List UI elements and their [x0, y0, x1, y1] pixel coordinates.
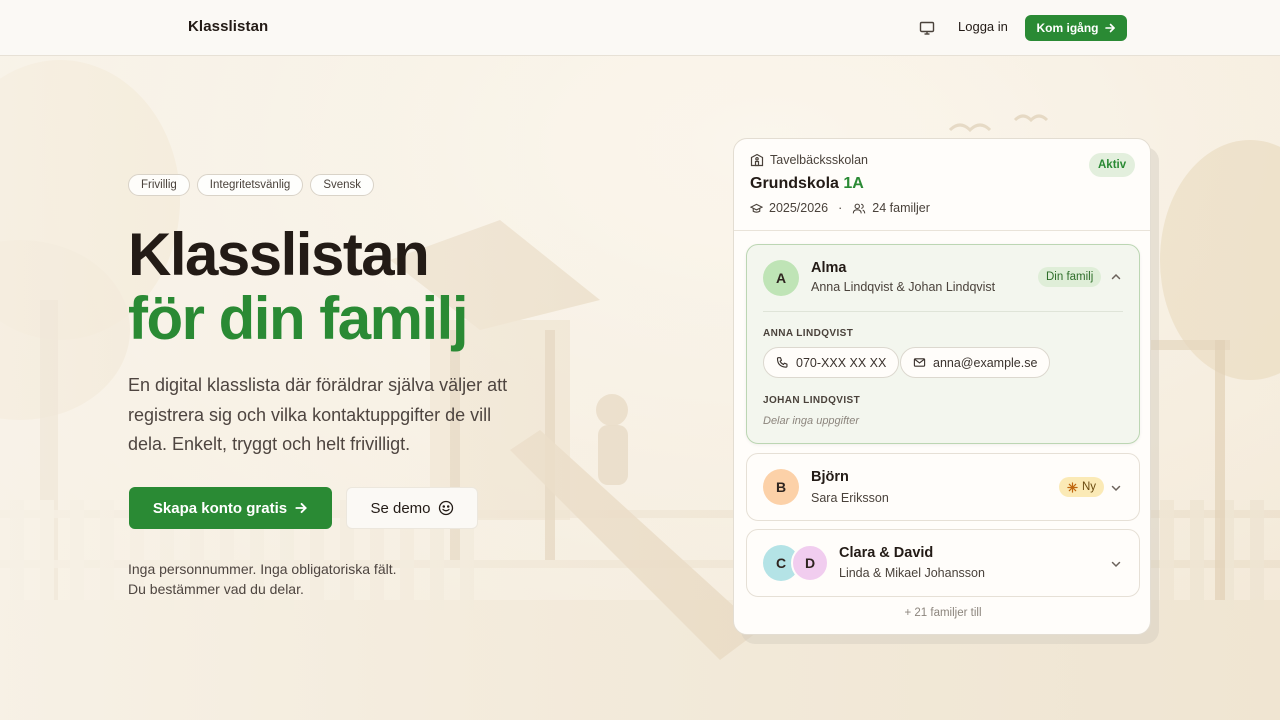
sparkle-icon	[1067, 481, 1078, 493]
new-badge-label: Ny	[1082, 481, 1097, 493]
phone-icon	[776, 357, 788, 368]
families-count: 24 familjer	[872, 201, 930, 215]
see-demo-button[interactable]: Se demo	[346, 487, 478, 529]
chevron-up-icon[interactable]	[1109, 270, 1123, 284]
class-list-card: Tavelbäcksskolan Grundskola 1A Aktiv 202…	[733, 138, 1151, 635]
meta-separator: ·	[838, 201, 843, 215]
school-year: 2025/2026	[769, 201, 829, 215]
arrow-right-icon	[1104, 23, 1115, 33]
own-family-badge: Din familj	[1038, 267, 1102, 287]
more-families-text: + 21 familjer till	[904, 607, 982, 619]
new-badge: Ny	[1059, 477, 1105, 497]
status-badge: Aktiv	[1089, 153, 1136, 177]
class-title: Grundskola 1A	[750, 175, 864, 193]
family-parents: Anna Lindqvist & Johan Lindqvist	[811, 280, 996, 294]
monitor-icon[interactable]	[917, 18, 937, 38]
fine-print: Inga personnummer. Inga obligatoriska fä…	[128, 559, 448, 599]
see-demo-label: Se demo	[370, 499, 431, 517]
family-name: Björn	[811, 469, 849, 485]
chevron-down-icon[interactable]	[1109, 557, 1123, 571]
chip-swedish: Svensk	[310, 174, 375, 196]
school-icon	[750, 153, 764, 167]
arrow-right-icon	[295, 502, 307, 514]
get-started-button[interactable]: Kom igång	[1025, 15, 1127, 41]
chip-privacy: Integritetsvänlig	[196, 174, 304, 196]
school-name: Tavelbäcksskolan	[770, 153, 868, 167]
phone-number: 070-XXX XX XX	[796, 355, 887, 370]
fine-print-line2: Du bestämmer vad du delar.	[128, 581, 304, 597]
avatar: B	[763, 469, 799, 505]
family-parents: Linda & Mikael Johansson	[839, 566, 985, 580]
family-item-alma[interactable]: A Alma Anna Lindqvist & Johan Lindqvist …	[746, 244, 1140, 444]
class-title-prefix: Grundskola	[750, 175, 839, 192]
card-header: Tavelbäcksskolan Grundskola 1A Aktiv 202…	[734, 139, 1150, 231]
mail-icon	[913, 358, 926, 367]
graduation-cap-icon	[750, 203, 763, 213]
hero-lead: En digital klasslista där föräldrar själ…	[128, 375, 508, 454]
hero-title-line1: Klasslistan	[128, 221, 430, 288]
chip-voluntary: Frivillig	[128, 174, 190, 196]
no-share-note: Delar inga uppgifter	[763, 415, 860, 427]
fine-print-line1: Inga personnummer. Inga obligatoriska fä…	[128, 561, 397, 577]
email-pill[interactable]: anna@example.se	[900, 347, 1051, 378]
phone-pill[interactable]: 070-XXX XX XX	[763, 347, 900, 378]
create-account-button[interactable]: Skapa konto gratis	[129, 487, 332, 529]
family-item-clara-david[interactable]: C D Clara & David Linda & Mikael Johanss…	[746, 529, 1140, 597]
contact-person-label: JOHAN LINDQVIST	[763, 395, 861, 406]
brand-logo-text[interactable]: Klasslistan	[188, 18, 268, 35]
family-item-bjorn[interactable]: B Björn Sara Eriksson Ny	[746, 453, 1140, 521]
family-name: Clara & David	[839, 545, 934, 561]
create-account-label: Skapa konto gratis	[152, 499, 288, 517]
email-address: anna@example.se	[933, 355, 1038, 370]
get-started-label: Kom igång	[1036, 21, 1099, 35]
contact-person-label: ANNA LINDQVIST	[763, 328, 854, 339]
avatar: A	[763, 260, 799, 296]
hero-title-line2: för din familj	[128, 285, 469, 352]
top-navbar: Klasslistan Logga in Kom igång	[0, 0, 1280, 56]
family-name: Alma	[811, 260, 847, 276]
class-meta: 2025/2026 · 24 familjer	[750, 201, 930, 215]
school-row: Tavelbäcksskolan	[750, 153, 868, 167]
family-parents: Sara Eriksson	[811, 491, 889, 505]
smiley-icon	[438, 500, 453, 516]
divider	[763, 311, 1123, 312]
users-icon	[853, 203, 866, 213]
login-link[interactable]: Logga in	[958, 19, 1008, 34]
avatar: D	[791, 544, 829, 582]
feature-chips: Frivillig Integritetsvänlig Svensk	[128, 174, 375, 196]
class-name: 1A	[843, 175, 864, 192]
chevron-down-icon[interactable]	[1109, 481, 1123, 495]
